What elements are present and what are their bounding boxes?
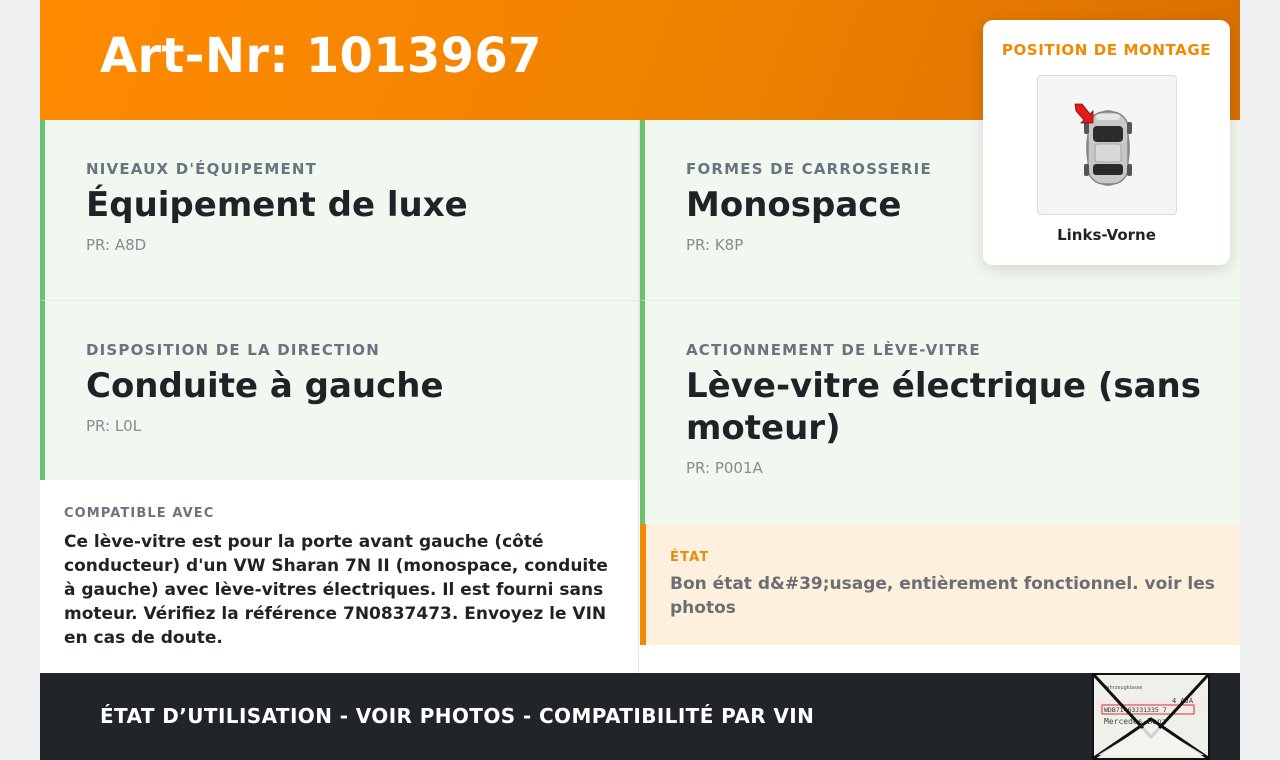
condition-panel: ÉTAT Bon état d&#39;usage, entièrement f… xyxy=(640,524,1240,645)
spec-value: Équipement de luxe xyxy=(86,185,468,225)
spec-label: NIVEAUX D'ÉQUIPEMENT xyxy=(86,160,318,178)
column-divider xyxy=(638,120,640,480)
spec-steering-layout: DISPOSITION DE LA DIRECTION Conduite à g… xyxy=(40,300,638,480)
spec-pr-code: PR: P001A xyxy=(686,459,763,477)
footer-tagline: ÉTAT D’UTILISATION - VOIR PHOTOS - COMPA… xyxy=(100,704,815,728)
compatibility-label: COMPATIBLE AVEC xyxy=(64,506,215,521)
spec-pr-code: PR: A8D xyxy=(86,236,147,254)
mounting-position-card: POSITION DE MONTAGE Links-Vorne xyxy=(983,20,1230,265)
spec-label: DISPOSITION DE LA DIRECTION xyxy=(86,341,380,359)
red-arrow-icon xyxy=(1074,103,1094,124)
mounting-position-caption: Links-Vorne xyxy=(1057,226,1156,244)
spec-window-actuation: ACTIONNEMENT DE LÈVE-VITRE Lève-vitre él… xyxy=(640,300,1240,524)
condition-text: Bon état d&#39;usage, entièrement foncti… xyxy=(670,574,1215,618)
spec-label: ACTIONNEMENT DE LÈVE-VITRE xyxy=(686,341,981,359)
compatibility-text: Ce lève-vitre est pour la porte avant ga… xyxy=(64,532,608,648)
page: Art-Nr: 1013967 NIVEAUX D'ÉQUIPEMENT Équ… xyxy=(40,0,1240,760)
spec-equipment-level: NIVEAUX D'ÉQUIPEMENT Équipement de luxe … xyxy=(40,120,638,300)
article-number-title: Art-Nr: 1013967 xyxy=(100,28,542,84)
condition-label: ÉTAT xyxy=(670,550,710,565)
footer-bar: ÉTAT D’UTILISATION - VOIR PHOTOS - COMPA… xyxy=(40,673,1240,760)
mounting-position-image[interactable] xyxy=(1037,75,1177,215)
doc-text-vin: WDB71463J31335 7 xyxy=(1104,706,1167,714)
mounting-position-title: POSITION DE MONTAGE xyxy=(1001,41,1212,59)
spec-value: Lève-vitre électrique (sans moteur) xyxy=(686,366,1201,448)
spec-value: Conduite à gauche xyxy=(86,366,444,406)
spec-pr-code: PR: L0L xyxy=(86,417,142,435)
compatibility-panel: COMPATIBLE AVEC Ce lève-vitre est pour l… xyxy=(40,480,639,673)
registration-document-icon[interactable]: Fahrzeugklasse 4 AJA WDB71463J31335 7 Me… xyxy=(1092,673,1210,760)
car-top-view-icon xyxy=(1074,103,1132,186)
